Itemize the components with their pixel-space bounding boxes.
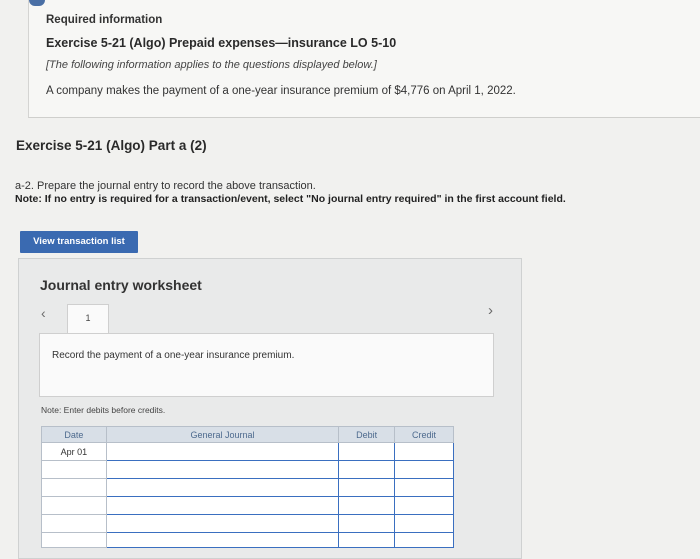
table-row — [41, 496, 454, 515]
credit-field[interactable] — [394, 532, 454, 548]
table-row — [41, 478, 454, 497]
transaction-description: Record the payment of a one-year insuran… — [52, 350, 295, 361]
required-information-panel: Required information Exercise 5-21 (Algo… — [28, 0, 700, 118]
prev-chevron-icon[interactable]: ‹ — [41, 305, 46, 321]
debit-field[interactable] — [338, 532, 396, 548]
question-text: a-2. Prepare the journal entry to record… — [15, 180, 316, 192]
journal-entry-worksheet: Journal entry worksheet ‹ 1 Record the p… — [18, 258, 522, 559]
table-row: Apr 01 — [41, 442, 454, 461]
credit-field[interactable] — [394, 478, 454, 497]
debit-field[interactable] — [338, 460, 396, 479]
credit-field[interactable] — [394, 442, 454, 461]
exercise-title: Exercise 5-21 (Algo) Prepaid expenses—in… — [46, 36, 397, 50]
credit-field[interactable] — [394, 460, 454, 479]
account-field[interactable] — [105, 496, 340, 515]
debits-before-credits-note: Note: Enter debits before credits. — [41, 405, 166, 415]
debit-field[interactable] — [338, 496, 396, 515]
column-header-date: Date — [41, 426, 107, 443]
info-badge-icon — [29, 0, 45, 6]
date-cell[interactable] — [41, 532, 107, 548]
credit-field[interactable] — [394, 514, 454, 533]
next-chevron-icon[interactable]: › — [488, 302, 493, 319]
account-field[interactable] — [105, 478, 340, 497]
info-body-text: A company makes the payment of a one-yea… — [46, 85, 516, 97]
column-header-credit: Credit — [394, 426, 454, 443]
column-header-debit: Debit — [338, 426, 396, 443]
transaction-description-box: Record the payment of a one-year insuran… — [39, 333, 494, 397]
debit-field[interactable] — [338, 514, 396, 533]
table-row — [41, 514, 454, 533]
account-field[interactable] — [105, 532, 340, 548]
view-transaction-list-button[interactable]: View transaction list — [20, 231, 138, 253]
column-header-general-journal: General Journal — [105, 426, 340, 443]
worksheet-title: Journal entry worksheet — [40, 277, 202, 293]
journal-entry-table: Date General Journal Debit Credit Apr 01 — [41, 426, 454, 548]
question-note: Note: If no entry is required for a tran… — [15, 193, 566, 205]
date-cell[interactable] — [41, 460, 107, 479]
info-italic-note: [The following information applies to th… — [46, 59, 377, 71]
account-field[interactable] — [105, 514, 340, 533]
part-title: Exercise 5-21 (Algo) Part a (2) — [16, 138, 207, 153]
date-cell[interactable]: Apr 01 — [41, 442, 107, 461]
debit-field[interactable] — [338, 478, 396, 497]
debit-field[interactable] — [338, 442, 396, 461]
date-cell[interactable] — [41, 514, 107, 533]
account-field[interactable] — [105, 442, 340, 461]
table-row — [41, 532, 454, 548]
tab-transaction-1[interactable]: 1 — [67, 304, 109, 334]
info-heading: Required information — [46, 14, 163, 26]
credit-field[interactable] — [394, 496, 454, 515]
date-cell[interactable] — [41, 478, 107, 497]
account-field[interactable] — [105, 460, 340, 479]
table-row — [41, 460, 454, 479]
date-cell[interactable] — [41, 496, 107, 515]
